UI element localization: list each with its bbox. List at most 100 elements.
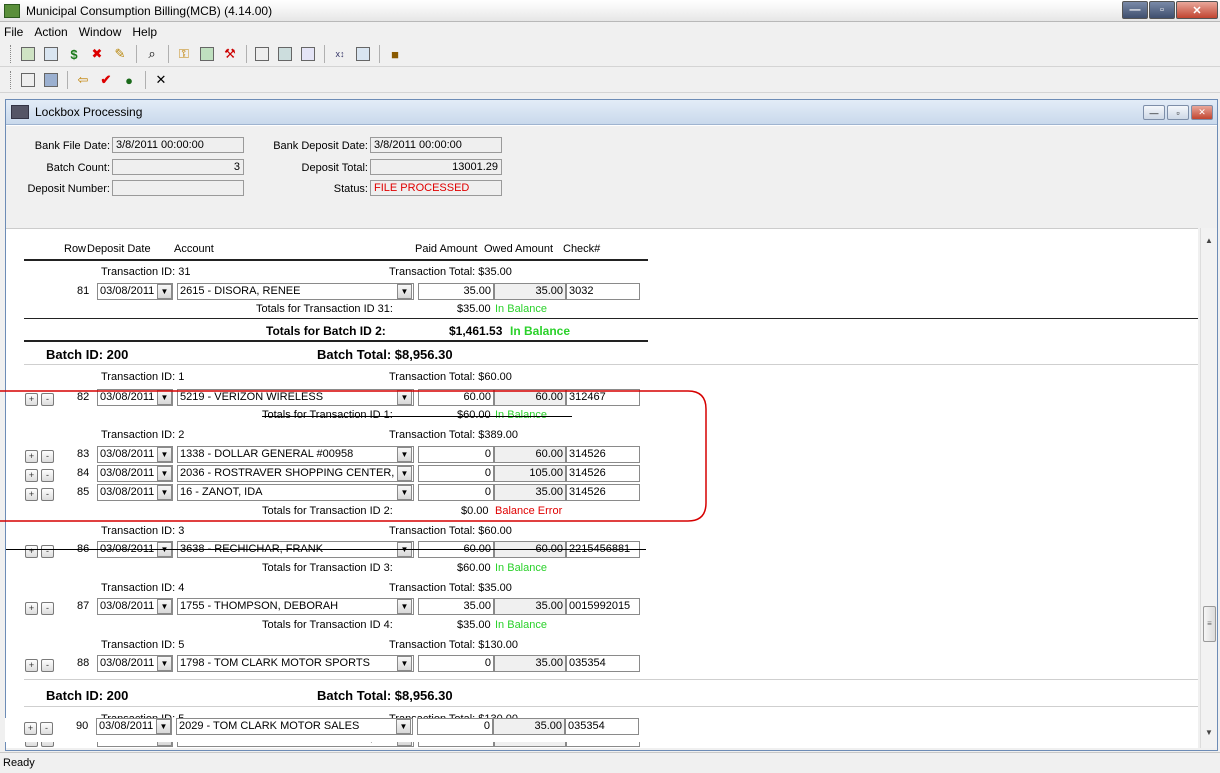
check-number-cell[interactable]: 3032 <box>566 283 640 300</box>
paid-amount-cell[interactable]: 35.00 <box>418 283 494 300</box>
toolbar-grip <box>10 71 13 89</box>
row-number: 90 <box>76 720 89 732</box>
calendar-icon[interactable] <box>19 45 37 63</box>
status-bar: Ready <box>0 752 1220 773</box>
account-cell[interactable]: 1798 - TOM CLARK MOTOR SPORTS <box>177 655 414 672</box>
status-label: Status: <box>333 183 368 195</box>
transaction-totals-amount: $35.00 <box>457 303 491 315</box>
account-dropdown-button[interactable]: ▼ <box>397 599 412 614</box>
close-icon[interactable]: ✕ <box>152 71 170 89</box>
menu-help[interactable]: Help <box>132 25 157 39</box>
child-title: Lockbox Processing <box>35 105 143 119</box>
remove-row-button[interactable]: - <box>41 659 54 672</box>
paid-amount-cell[interactable]: 0 <box>418 655 494 672</box>
dollar-icon[interactable]: $ <box>65 45 83 63</box>
account-cell[interactable]: 2029 - TOM CLARK MOTOR SALES <box>176 718 413 735</box>
scroll-down-arrow-icon[interactable]: ▼ <box>1205 728 1213 737</box>
wrench-icon[interactable]: ⚒ <box>221 45 239 63</box>
toolbar-separator <box>168 45 169 63</box>
vertical-scrollbar[interactable]: ▲ ≡ ▼ <box>1200 228 1217 748</box>
toolbar-separator <box>67 71 68 89</box>
deposit-total-label: Deposit Total: <box>301 162 368 174</box>
child-minimize-button[interactable]: — <box>1143 105 1165 120</box>
print-icon[interactable] <box>19 71 37 89</box>
col-check: Check# <box>563 243 601 255</box>
date-dropdown-button[interactable]: ▼ <box>157 599 172 614</box>
window-controls: — ▫ ✕ <box>1121 1 1218 19</box>
toolbar-separator <box>324 45 325 63</box>
transaction-totals-status: In Balance <box>495 303 547 315</box>
toolbar-separator <box>379 45 380 63</box>
cancel-icon[interactable]: ✖ <box>88 45 106 63</box>
maximize-button[interactable]: ▫ <box>1149 1 1175 19</box>
status-field[interactable]: FILE PROCESSED <box>370 180 502 196</box>
close-button[interactable]: ✕ <box>1176 1 1218 19</box>
transaction-totals-label: Totals for Transaction ID 4: <box>262 619 393 631</box>
row-90: + - 90 03/08/2011 ▼ 2029 - TOM CLARK MOT… <box>5 718 1197 742</box>
checkmark-icon[interactable]: ✔ <box>97 71 115 89</box>
paid-amount-cell[interactable]: 35.00 <box>418 598 494 615</box>
strikethrough-line <box>6 549 646 550</box>
bank-deposit-date-field[interactable]: 3/8/2011 00:00:00 <box>370 137 502 153</box>
menu-action[interactable]: Action <box>34 25 67 39</box>
owed-amount-cell: 35.00 <box>494 283 566 300</box>
account-dropdown-button[interactable]: ▼ <box>396 719 411 734</box>
remove-row-button[interactable]: - <box>41 602 54 615</box>
header-divider <box>24 259 648 261</box>
child-maximize-button[interactable]: ▫ <box>1167 105 1189 120</box>
batch-id: Batch ID: 200 <box>46 688 129 703</box>
bank-file-date-field[interactable]: 3/8/2011 00:00:00 <box>112 137 244 153</box>
add-row-button[interactable]: + <box>25 602 38 615</box>
batch-total: Batch Total: $8,956.30 <box>317 688 453 703</box>
scrollbar-thumb[interactable]: ≡ <box>1203 606 1216 642</box>
remove-row-button[interactable]: - <box>41 545 54 558</box>
paid-amount-cell[interactable]: 0 <box>417 718 493 735</box>
search-icon[interactable]: ⌕ <box>143 45 161 63</box>
key-icon[interactable]: ⚿ <box>175 45 193 63</box>
account-cell[interactable]: 1755 - THOMPSON, DEBORAH <box>177 598 414 615</box>
scroll-up-arrow-icon[interactable]: ▲ <box>1205 236 1213 245</box>
child-close-button[interactable]: ✕ <box>1191 105 1213 120</box>
list-icon[interactable] <box>198 45 216 63</box>
check-number-cell[interactable]: 0015992015 <box>566 598 640 615</box>
save-icon[interactable] <box>42 71 60 89</box>
account-dropdown-button[interactable]: ▼ <box>397 284 412 299</box>
edit-document-icon[interactable] <box>42 45 60 63</box>
transaction-total: Transaction Total: $35.00 <box>389 582 512 594</box>
menu-window[interactable]: Window <box>79 25 122 39</box>
remove-row-button[interactable]: - <box>40 722 53 735</box>
batch-totals-amount: $1,461.53 <box>449 324 503 338</box>
toolbar-separator <box>136 45 137 63</box>
import-icon[interactable]: ⇦ <box>74 71 92 89</box>
account-cell[interactable]: 2615 - DISORA, RENEE <box>177 283 414 300</box>
pencil-icon[interactable]: ✎ <box>111 45 129 63</box>
date-dropdown-button[interactable]: ▼ <box>157 284 172 299</box>
minimize-button[interactable]: — <box>1122 1 1148 19</box>
clipboard-icon[interactable] <box>253 45 271 63</box>
transaction-id: Transaction ID: 31 <box>101 266 191 278</box>
batch-total: Batch Total: $8,956.30 <box>317 347 453 362</box>
date-dropdown-button[interactable]: ▼ <box>156 719 171 734</box>
batch-id: Batch ID: 200 <box>46 347 129 362</box>
date-dropdown-button[interactable]: ▼ <box>157 656 172 671</box>
batch-count-field[interactable]: 3 <box>112 159 244 175</box>
sort-icon[interactable]: x↕ <box>331 45 349 63</box>
transaction-id: Transaction ID: 5 <box>101 639 185 651</box>
main-toolbar: $ ✖ ✎ ⌕ ⚿ ⚒ x↕ ■ <box>0 42 1220 67</box>
account-dropdown-button[interactable]: ▼ <box>397 656 412 671</box>
add-row-button[interactable]: + <box>25 659 38 672</box>
add-row-button[interactable]: + <box>25 545 38 558</box>
transaction-totals-label: Totals for Transaction ID 3: <box>262 562 393 574</box>
check-number-cell[interactable]: 035354 <box>566 655 640 672</box>
report-icon[interactable] <box>276 45 294 63</box>
menu-file[interactable]: File <box>4 25 23 39</box>
exit-icon[interactable]: ■ <box>386 45 404 63</box>
calendar-grid-icon[interactable] <box>299 45 317 63</box>
window-icon[interactable] <box>354 45 372 63</box>
owed-amount-cell: 35.00 <box>494 598 566 615</box>
check-number-cell[interactable]: 035354 <box>565 718 639 735</box>
deposit-total-field[interactable]: 13001.29 <box>370 159 502 175</box>
add-row-button[interactable]: + <box>24 722 37 735</box>
money-bag-icon[interactable]: ● <box>120 71 138 89</box>
deposit-number-field[interactable] <box>112 180 244 196</box>
